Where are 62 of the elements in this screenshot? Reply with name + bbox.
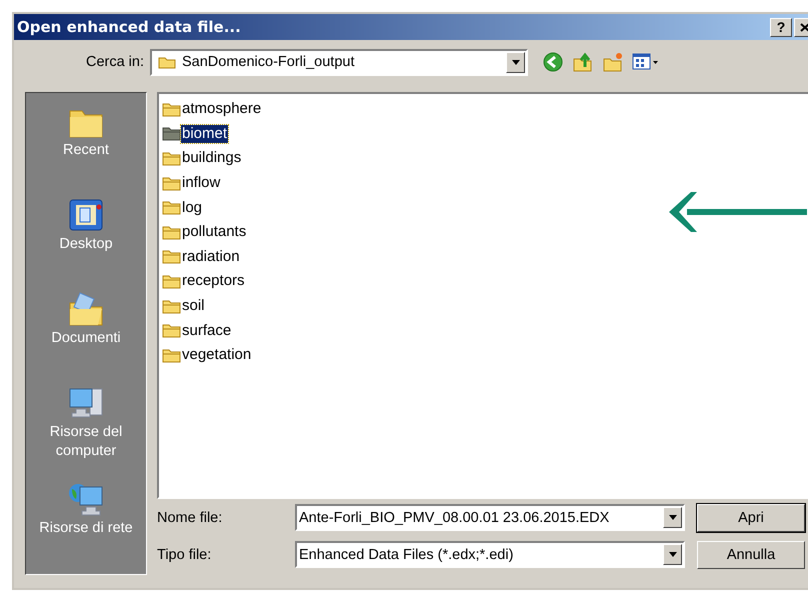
place-item[interactable]: Documenti [28, 289, 144, 383]
file-name-field[interactable]: Ante-Forli_BIO_PMV_08.00.01 23.06.2015.EDX [295, 504, 685, 531]
folder-icon [162, 348, 181, 363]
open-button[interactable]: Apri [697, 504, 805, 532]
folder-icon [162, 176, 181, 191]
folder-name: pollutants [181, 223, 248, 242]
folder-item[interactable]: pollutants [162, 220, 808, 245]
place-label: Desktop [58, 235, 114, 254]
help-button[interactable]: ? [770, 18, 792, 36]
place-item[interactable]: Risorse del computer [28, 383, 144, 479]
file-type-value: Enhanced Data Files (*.edx;*.edi) [298, 546, 514, 562]
folder-name: receptors [181, 272, 246, 290]
file-type-label: Tipo file: [157, 546, 212, 562]
file-name-label: Nome file: [157, 510, 224, 526]
folder-name: buildings [181, 149, 242, 168]
cancel-button[interactable]: Annulla [697, 540, 805, 568]
folder-icon [162, 126, 181, 142]
folder-name: biomet [181, 124, 228, 143]
file-type-dropdown[interactable]: Enhanced Data Files (*.edx;*.edi) [295, 541, 685, 568]
folder-item[interactable]: surface [162, 318, 808, 343]
folder-name: vegetation [181, 346, 252, 364]
annotation-arrow-icon [667, 190, 807, 234]
place-label: Risorse del computer [48, 423, 124, 461]
folder-item[interactable]: soil [162, 294, 808, 318]
folder-item[interactable]: log [162, 195, 808, 220]
look-in-label: Cerca in: [84, 54, 145, 70]
folder-item[interactable]: vegetation [162, 342, 808, 368]
folder-icon [162, 249, 181, 264]
view-menu-icon[interactable] [632, 52, 660, 72]
place-label: Documenti [50, 329, 122, 348]
place-item[interactable]: Desktop [28, 195, 144, 289]
folder-item[interactable]: radiation [162, 244, 808, 270]
folder-item[interactable]: buildings [162, 146, 808, 171]
folder-icon [158, 55, 176, 69]
folder-name: soil [181, 297, 206, 316]
folder-name: inflow [181, 174, 222, 192]
place-label: Recent [62, 141, 110, 160]
folder-icon [162, 102, 181, 117]
close-icon [800, 22, 808, 32]
folder-name: log [181, 198, 204, 217]
place-item[interactable]: Risorse di rete [28, 479, 144, 539]
place-label: Risorse di rete [38, 519, 134, 538]
folder-item[interactable]: inflow [162, 170, 808, 196]
back-icon[interactable] [542, 51, 564, 73]
folder-item[interactable]: biomet [162, 122, 808, 146]
folder-icon [162, 323, 181, 338]
folder-name: radiation [181, 248, 241, 266]
look-in-dropdown[interactable]: SanDomenico-Forli_output [150, 48, 528, 76]
folder-name: surface [181, 322, 232, 340]
folder-up-icon[interactable] [572, 51, 594, 73]
folder-icon [162, 150, 181, 166]
place-item[interactable]: Recent [28, 101, 144, 195]
folder-icon [162, 224, 181, 240]
file-name-value: Ante-Forli_BIO_PMV_08.00.01 23.06.2015.EDX [298, 510, 610, 526]
folder-item[interactable]: atmosphere [162, 97, 808, 122]
folder-icon [162, 274, 181, 289]
folder-icon [162, 200, 181, 216]
folder-icon [162, 298, 181, 314]
folder-item[interactable]: receptors [162, 269, 808, 294]
window-title: Open enhanced data file... [17, 18, 242, 36]
look-in-value: SanDomenico-Forli_output [181, 54, 356, 70]
folder-name: atmosphere [181, 100, 262, 118]
